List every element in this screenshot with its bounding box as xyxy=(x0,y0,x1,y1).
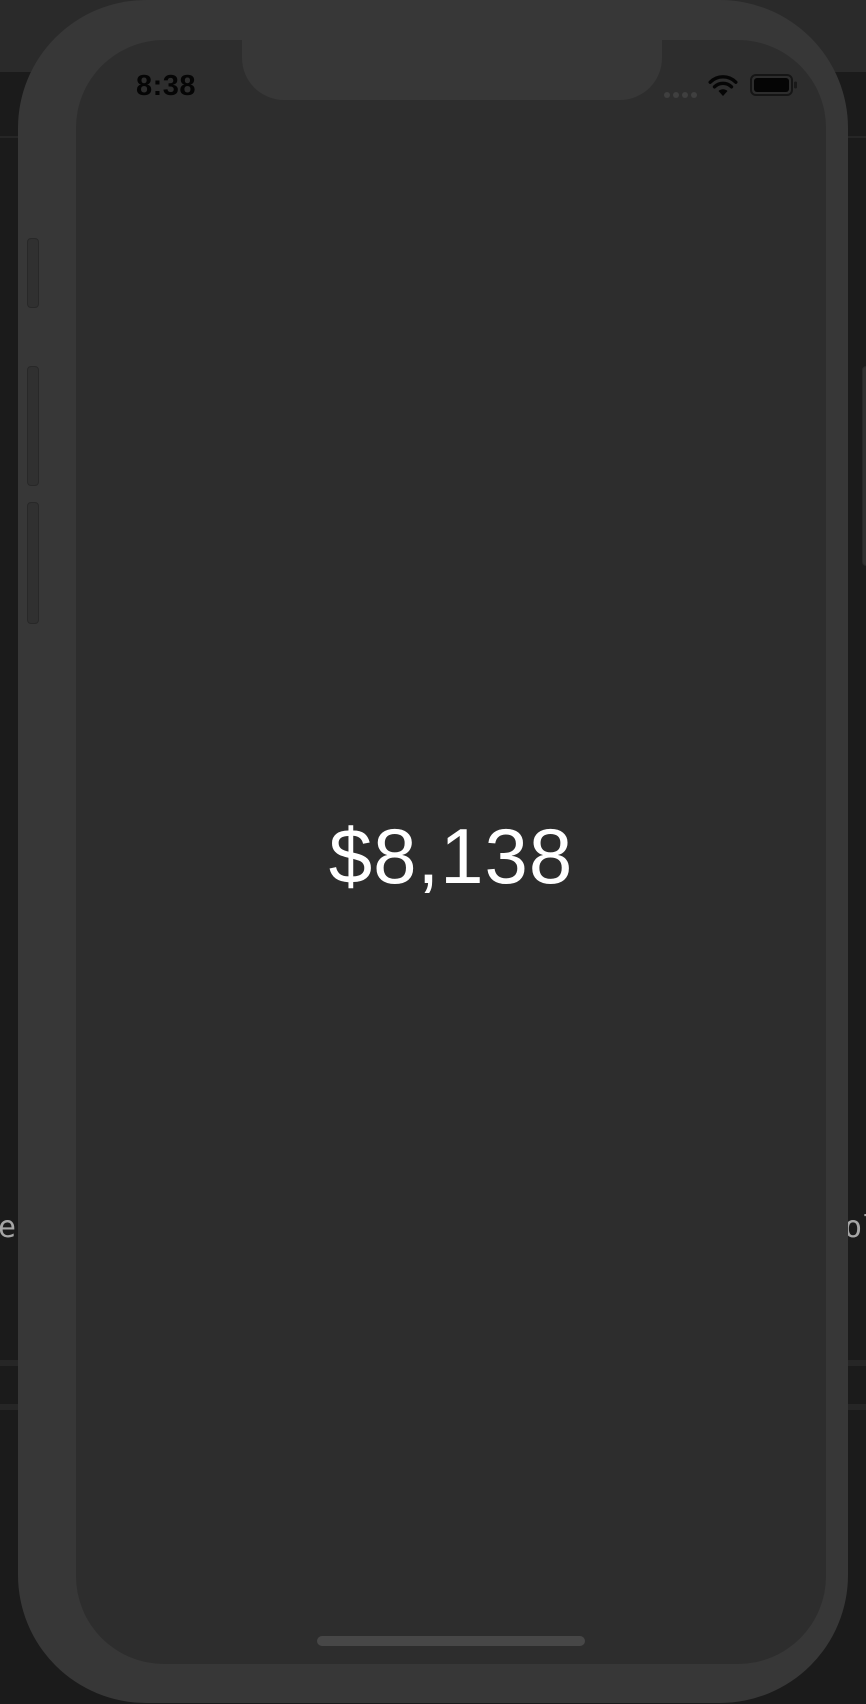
battery-icon xyxy=(750,74,797,96)
screen-notch xyxy=(242,40,662,100)
wifi-icon xyxy=(708,75,738,96)
status-bar-time: 8:38 xyxy=(136,70,197,102)
background-code-fragment-left: e xyxy=(0,1210,17,1245)
cellular-signal-icon xyxy=(664,92,702,98)
simulator-device-frame: 8:38 $8,138 xyxy=(18,0,866,1703)
volume-up-button[interactable] xyxy=(27,366,39,486)
side-power-button[interactable] xyxy=(862,366,866,566)
balance-amount-label: $8,138 xyxy=(328,812,574,900)
device-screen: 8:38 $8,138 xyxy=(76,40,826,1664)
volume-down-button[interactable] xyxy=(27,502,39,624)
home-indicator[interactable] xyxy=(317,1636,585,1646)
silent-switch[interactable] xyxy=(27,238,39,308)
